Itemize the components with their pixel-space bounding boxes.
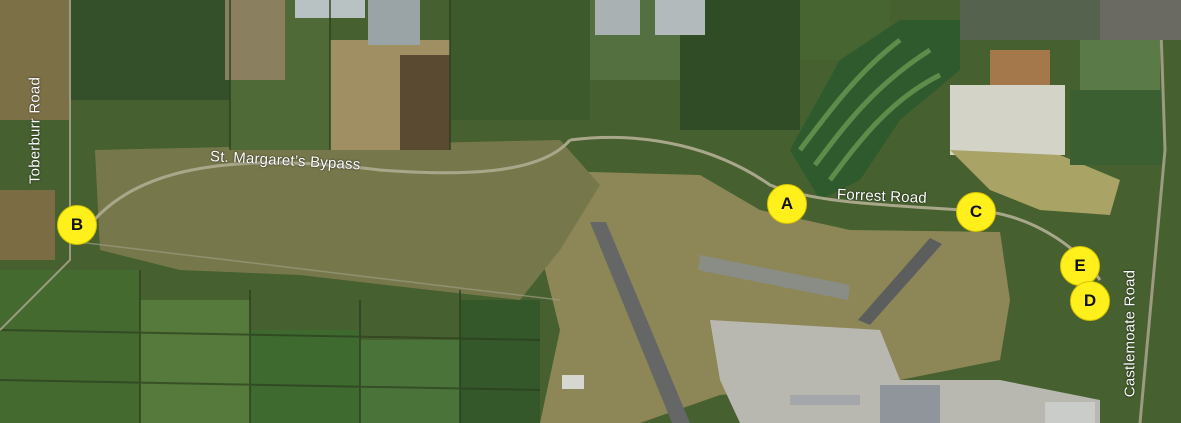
aerial-map[interactable]: Toberburr Road St. Margaret’s Bypass For… (0, 0, 1181, 423)
aerial-imagery (0, 0, 1181, 423)
marker-c[interactable]: C (956, 192, 996, 232)
toberburr-road-label: Toberburr Road (26, 76, 44, 185)
marker-e[interactable]: E (1060, 246, 1100, 286)
marker-b[interactable]: B (57, 205, 97, 245)
marker-d[interactable]: D (1070, 281, 1110, 321)
marker-a[interactable]: A (767, 184, 807, 224)
castlemoate-road-label: Castlemoate Road (1121, 269, 1139, 398)
